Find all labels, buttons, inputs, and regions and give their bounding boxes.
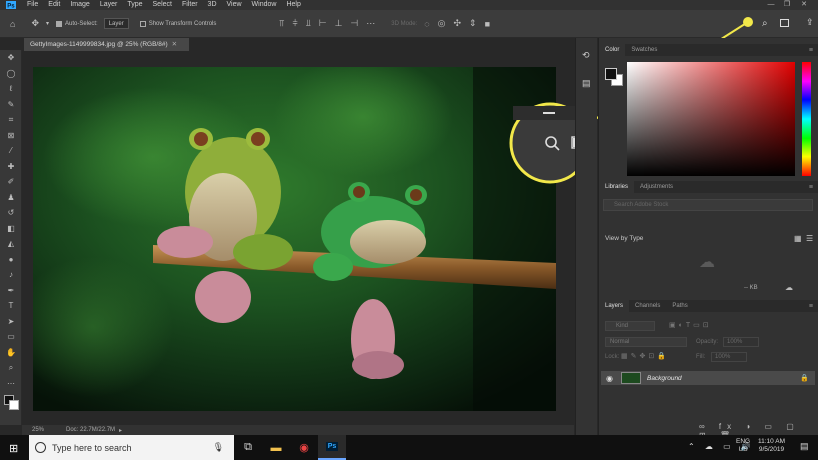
properties-panel-icon[interactable]: ▤ [582, 78, 591, 89]
clock-time: 11:10 AM [758, 438, 785, 445]
lock-icons[interactable]: ▦✎✥⊡🔒 [621, 352, 669, 360]
file-explorer-icon[interactable]: ▬ [262, 435, 290, 460]
layer-name[interactable]: Background [647, 375, 682, 382]
doc-size: Doc: 22.7M/22.7M [66, 427, 116, 433]
zoom-level[interactable]: 25% [32, 427, 44, 433]
color-panel-tabs: Color Swatches ≡ [599, 44, 818, 56]
cloud-offline-icon: ☁ [699, 254, 715, 271]
layer-lock-icon: 🔒 [800, 375, 809, 382]
blend-mode-dropdown[interactable]: Normal [605, 337, 687, 347]
grid-view-icon[interactable]: ▦ [794, 234, 802, 243]
layer-filter-icons[interactable]: ▣◐T▭⊡ [669, 321, 712, 329]
libraries-panel-tabs: Libraries Adjustments ≡ [599, 181, 818, 193]
tab-color[interactable]: Color [599, 44, 626, 56]
tab-channels[interactable]: Channels [629, 300, 666, 312]
list-view-icon[interactable]: ☰ [806, 234, 813, 243]
layers-panel-tabs: Layers Channels Paths ≡ [599, 300, 818, 312]
hue-slider[interactable] [802, 62, 811, 176]
panel-menu-icon[interactable]: ≡ [809, 303, 813, 310]
layer-row-background[interactable]: ◉ Background 🔒 [601, 371, 815, 385]
fill-input[interactable]: 100% [711, 352, 747, 362]
library-size: -- KB [744, 285, 758, 291]
foreground-swatch[interactable] [605, 68, 617, 80]
tab-layers[interactable]: Layers [599, 300, 630, 312]
tab-adjustments[interactable]: Adjustments [634, 181, 679, 193]
opacity-label: Opacity: [696, 339, 719, 345]
clock-date: 9/5/2019 [758, 446, 785, 453]
opacity-input[interactable]: 100% [723, 337, 759, 347]
cc-sync-icon[interactable]: ☁ [785, 283, 793, 292]
clock[interactable]: 11:10 AM 9/5/2019 [758, 438, 785, 454]
right-panels: Color Swatches ≡ Libraries Adjustments ≡… [598, 38, 818, 440]
library-search-input[interactable]: Search Adobe Stock [603, 199, 813, 211]
panel-menu-icon[interactable]: ≡ [809, 47, 813, 54]
lang-top: ENG [736, 438, 751, 445]
lang-bottom: US [738, 446, 748, 453]
layer-thumbnail [620, 372, 641, 384]
lock-label: Lock: [605, 354, 620, 360]
microphone-icon[interactable]: 🎙 [213, 442, 224, 453]
taskbar-search-box[interactable]: Type here to search 🎙 [29, 435, 234, 460]
tab-swatches[interactable]: Swatches [625, 44, 663, 56]
tab-libraries[interactable]: Libraries [599, 181, 635, 193]
windows-taskbar: ⊞ Type here to search 🎙 ⧉ ▬ ◉ Ps ⌃ ☁ ▭ 🔊… [0, 435, 818, 460]
cortana-icon [35, 442, 46, 453]
chrome-icon[interactable]: ◉ [290, 435, 318, 460]
windows-start-icon[interactable]: ⊞ [9, 442, 18, 455]
fill-label: Fill: [696, 354, 706, 360]
task-view-icon[interactable]: ⧉ [234, 435, 262, 460]
language-indicator[interactable]: ENG US [736, 438, 750, 454]
panel-menu-icon[interactable]: ≡ [809, 184, 813, 191]
callout-anchor-dot [743, 17, 753, 27]
photoshop-taskbar-icon[interactable]: Ps [318, 435, 346, 460]
layer-visibility-eye-icon[interactable]: ◉ [606, 374, 613, 383]
history-panel-icon[interactable]: ⟲ [582, 50, 590, 61]
layer-kind-filter[interactable]: Kind [605, 321, 655, 331]
tab-paths[interactable]: Paths [666, 300, 693, 312]
status-menu-chevron-icon[interactable]: ▸ [119, 427, 122, 434]
collapsed-panel-dock: ⟲ ▤ [575, 38, 597, 435]
view-by-dropdown[interactable]: View by Type [605, 235, 643, 242]
status-bar: 25% Doc: 22.7M/22.7M ▸ [22, 425, 574, 435]
color-field[interactable] [627, 62, 795, 176]
notifications-icon[interactable]: ▤ [800, 441, 809, 452]
taskbar-search-placeholder: Type here to search [52, 442, 132, 453]
